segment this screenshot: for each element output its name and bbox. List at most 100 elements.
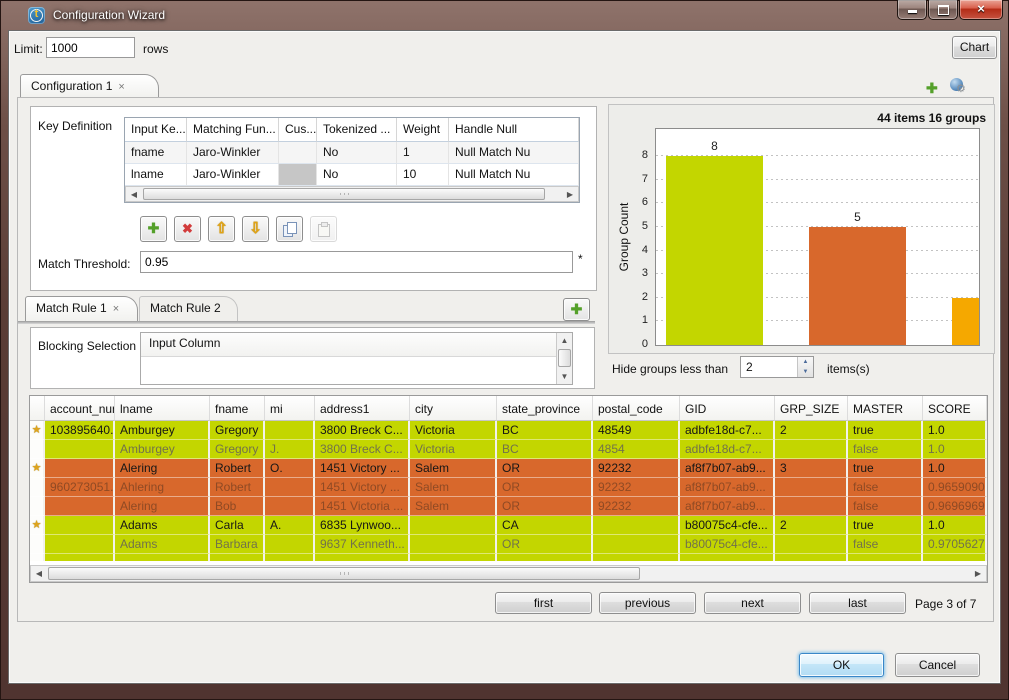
- table-row[interactable]: AmburgeyGregoryJ.3800 Breck C...Victoria…: [30, 440, 987, 459]
- key-cell[interactable]: No: [317, 142, 397, 164]
- table-cell[interactable]: 1.0: [923, 421, 987, 440]
- match-threshold-input[interactable]: [140, 251, 573, 273]
- input-column-header[interactable]: Input Column: [141, 333, 572, 357]
- column-header[interactable]: Handle Null: [449, 118, 579, 142]
- table-cell[interactable]: BC: [497, 421, 593, 440]
- table-cell[interactable]: 1451 Victory ...: [315, 459, 410, 478]
- key-cell[interactable]: [279, 164, 317, 186]
- table-cell[interactable]: 0.9659090: [923, 478, 987, 497]
- table-cell[interactable]: Gregory: [210, 421, 265, 440]
- column-header[interactable]: Weight: [397, 118, 449, 142]
- table-cell[interactable]: 0.9705627: [923, 535, 987, 554]
- pagination-first-button[interactable]: first: [495, 592, 592, 614]
- key-cell[interactable]: Jaro-Winkler: [187, 164, 279, 186]
- table-cell[interactable]: Salem: [410, 459, 497, 478]
- table-cell[interactable]: 1451 Victory ...: [315, 478, 410, 497]
- table-cell[interactable]: [593, 554, 680, 561]
- chart-button[interactable]: Chart: [952, 36, 997, 59]
- table-cell[interactable]: [265, 535, 315, 554]
- scrollbar-left-arrow-icon[interactable]: ◀: [126, 187, 142, 201]
- table-cell[interactable]: Barbara: [210, 535, 265, 554]
- table-cell[interactable]: [265, 421, 315, 440]
- key-cell[interactable]: fname: [125, 142, 187, 164]
- table-cell[interactable]: OR: [497, 478, 593, 497]
- table-cell[interactable]: 2: [775, 516, 848, 535]
- table-row[interactable]: ★AdamsCarlaA.6835 Lynwoo...CAb80075c4-cf…: [30, 516, 987, 535]
- table-row[interactable]: lnameJaro-WinklerNo10Null Match Nu: [125, 164, 579, 186]
- table-cell[interactable]: Amburgey: [115, 421, 210, 440]
- column-header[interactable]: mi: [265, 396, 315, 421]
- table-cell[interactable]: true: [848, 459, 923, 478]
- table-row[interactable]: AleringBob1451 Victoria ...SalemOR92232a…: [30, 497, 987, 516]
- table-row[interactable]: fnameJaro-WinklerNo1Null Match Nu: [125, 142, 579, 164]
- table-cell[interactable]: OR: [497, 497, 593, 516]
- blocking-v-scrollbar[interactable]: ▲ ▼: [556, 333, 572, 384]
- table-cell[interactable]: [410, 516, 497, 535]
- table-cell[interactable]: true: [848, 421, 923, 440]
- close-button[interactable]: ×: [959, 0, 1003, 20]
- table-cell[interactable]: [115, 554, 210, 561]
- add-match-rule-button[interactable]: ✚: [563, 298, 590, 321]
- table-cell[interactable]: af8f7b07-ab9...: [680, 478, 775, 497]
- key-cell[interactable]: No: [317, 164, 397, 186]
- table-cell[interactable]: Alering: [115, 459, 210, 478]
- pagination-last-button[interactable]: last: [809, 592, 906, 614]
- column-header[interactable]: address1: [315, 396, 410, 421]
- key-table-h-scrollbar[interactable]: ◀ ▶: [125, 186, 579, 202]
- scrollbar-right-arrow-icon[interactable]: ▶: [562, 187, 578, 201]
- table-cell[interactable]: Amburgey: [115, 440, 210, 459]
- table-cell[interactable]: Robert: [210, 459, 265, 478]
- table-cell[interactable]: 1451 Victoria ...: [315, 497, 410, 516]
- maximize-button[interactable]: [928, 0, 958, 20]
- table-cell[interactable]: [265, 497, 315, 516]
- table-cell[interactable]: [265, 554, 315, 561]
- table-cell[interactable]: [45, 535, 115, 554]
- table-cell[interactable]: [775, 535, 848, 554]
- table-cell[interactable]: [45, 459, 115, 478]
- table-cell[interactable]: [848, 554, 923, 561]
- table-cell[interactable]: 92232: [593, 497, 680, 516]
- spinner-down-icon[interactable]: ▼: [798, 367, 813, 377]
- table-cell[interactable]: 103895640...: [45, 421, 115, 440]
- table-cell[interactable]: 92232: [593, 459, 680, 478]
- table-cell[interactable]: false: [848, 440, 923, 459]
- key-cell[interactable]: Null Match Nu: [449, 164, 579, 186]
- pagination-next-button[interactable]: next: [704, 592, 801, 614]
- table-cell[interactable]: [210, 554, 265, 561]
- table-cell[interactable]: 6835 Lynwoo...: [315, 516, 410, 535]
- table-cell[interactable]: BC: [497, 440, 593, 459]
- table-cell[interactable]: CA: [497, 516, 593, 535]
- tab-match-rule-2[interactable]: Match Rule 2: [139, 296, 238, 322]
- tab-match-rule-close-icon[interactable]: ×: [113, 303, 119, 315]
- add-key-button[interactable]: ✚: [140, 216, 167, 242]
- table-cell[interactable]: Gregory: [210, 440, 265, 459]
- move-up-button[interactable]: ⇧: [208, 216, 235, 242]
- table-cell[interactable]: [923, 554, 987, 561]
- table-cell[interactable]: OR: [497, 535, 593, 554]
- title-bar[interactable]: t Configuration Wizard ×: [0, 0, 1009, 30]
- key-cell[interactable]: Null Match Nu: [449, 142, 579, 164]
- table-cell[interactable]: Salem: [410, 497, 497, 516]
- table-cell[interactable]: 9637 Kenneth...: [315, 535, 410, 554]
- table-cell[interactable]: 3800 Breck C...: [315, 440, 410, 459]
- tab-close-icon[interactable]: ×: [118, 81, 124, 93]
- column-header[interactable]: GID: [680, 396, 775, 421]
- table-cell[interactable]: 48549: [593, 421, 680, 440]
- minimize-button[interactable]: [897, 0, 927, 20]
- column-header[interactable]: MASTER: [848, 396, 923, 421]
- key-cell[interactable]: [279, 142, 317, 164]
- table-cell[interactable]: af8f7b07-ab9...: [680, 459, 775, 478]
- column-header[interactable]: GRP_SIZE: [775, 396, 848, 421]
- table-cell[interactable]: 92232: [593, 478, 680, 497]
- table-cell[interactable]: 1.0: [923, 440, 987, 459]
- column-header[interactable]: Matching Fun...: [187, 118, 279, 142]
- table-cell[interactable]: Adams: [115, 516, 210, 535]
- table-cell[interactable]: false: [848, 478, 923, 497]
- scrollbar-right-arrow-icon[interactable]: ▶: [970, 566, 986, 581]
- table-cell[interactable]: [45, 554, 115, 561]
- table-cell[interactable]: [775, 497, 848, 516]
- limit-input[interactable]: [46, 37, 135, 58]
- ok-button[interactable]: OK: [799, 653, 884, 677]
- column-header[interactable]: state_province: [497, 396, 593, 421]
- table-cell[interactable]: Salem: [410, 478, 497, 497]
